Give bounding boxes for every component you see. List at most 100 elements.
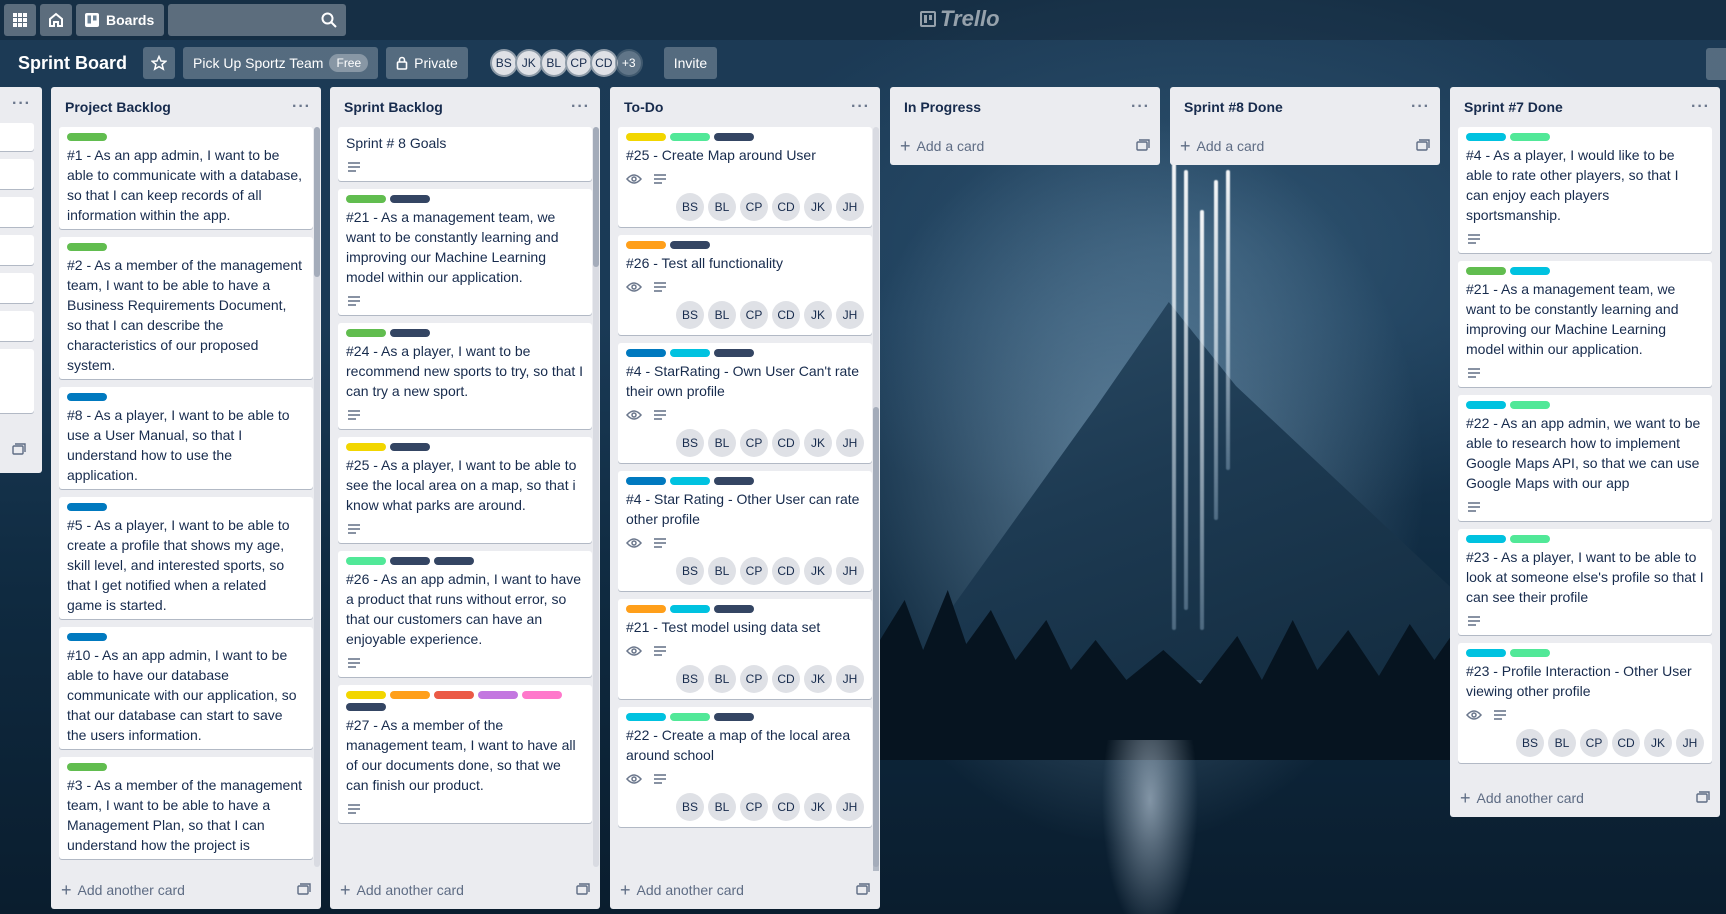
label-sky[interactable] — [1466, 649, 1506, 657]
card[interactable]: #27 - As a member of the management team… — [338, 685, 592, 823]
visibility-button[interactable]: Private — [386, 47, 468, 79]
list-menu-icon[interactable]: ··· — [851, 98, 870, 116]
card[interactable]: #4 - As a player, I would like to be abl… — [1458, 127, 1712, 253]
member-avatar[interactable]: JK — [804, 665, 832, 693]
card[interactable]: #23 - Profile Interaction - Other User v… — [1458, 643, 1712, 763]
add-card-button[interactable]: + Add another card — [340, 881, 464, 899]
add-card-button[interactable]: + Add another card — [620, 881, 744, 899]
card-stub[interactable] — [0, 273, 34, 303]
scrollbar-thumb[interactable] — [873, 407, 879, 871]
member-avatar[interactable]: JH — [836, 793, 864, 821]
list-title[interactable]: Sprint Backlog — [344, 99, 443, 115]
member-avatar[interactable]: CD — [772, 429, 800, 457]
member-avatar[interactable]: CD — [772, 665, 800, 693]
home-button[interactable] — [40, 4, 72, 36]
label-lime[interactable] — [670, 713, 710, 721]
label-orange[interactable] — [626, 241, 666, 249]
label-purple[interactable] — [478, 691, 518, 699]
label-sky[interactable] — [670, 605, 710, 613]
list-menu-icon[interactable]: ··· — [1691, 98, 1710, 116]
member-avatar[interactable]: CP — [740, 301, 768, 329]
star-board-button[interactable] — [143, 47, 176, 79]
label-blue[interactable] — [67, 503, 107, 511]
member-avatar[interactable]: JH — [836, 429, 864, 457]
list-scrollbar[interactable] — [873, 127, 879, 871]
member-avatar[interactable]: BS — [676, 429, 704, 457]
card-template-icon[interactable] — [856, 882, 870, 898]
label-orange[interactable] — [390, 691, 430, 699]
member-avatar[interactable]: JK — [804, 793, 832, 821]
member-avatar[interactable]: CD — [589, 49, 618, 77]
member-avatar[interactable]: BS — [489, 49, 518, 77]
label-green[interactable] — [67, 243, 107, 251]
board-title[interactable]: Sprint Board — [10, 53, 135, 74]
add-card-button[interactable]: + Add a card — [1180, 137, 1264, 155]
trello-logo[interactable]: Trello — [920, 6, 1000, 32]
member-avatar[interactable]: CP — [740, 665, 768, 693]
card-stub[interactable] — [0, 159, 34, 189]
label-green[interactable] — [1466, 267, 1506, 275]
boards-button[interactable]: Boards — [76, 4, 165, 36]
member-avatar[interactable]: JH — [836, 193, 864, 221]
label-navy[interactable] — [714, 349, 754, 357]
card[interactable]: #22 - Create a map of the local area aro… — [618, 707, 872, 827]
add-card-button[interactable]: + Add another card — [61, 881, 185, 899]
member-avatar[interactable]: CP — [740, 793, 768, 821]
scrollbar-thumb[interactable] — [593, 127, 599, 267]
card[interactable]: #26 - Test all functionality BS BL CP CD JK JH — [618, 235, 872, 335]
card[interactable]: #3 - As a member of the management team,… — [59, 757, 313, 859]
label-sky[interactable] — [670, 477, 710, 485]
card[interactable]: #21 - As a management team, we want to b… — [1458, 261, 1712, 387]
member-avatar[interactable]: CD — [772, 301, 800, 329]
label-blue[interactable] — [67, 393, 107, 401]
card-template-icon[interactable] — [297, 882, 311, 898]
member-avatar[interactable]: JH — [836, 665, 864, 693]
list-title[interactable]: To-Do — [624, 99, 663, 115]
card-template-icon[interactable] — [1416, 138, 1430, 154]
label-navy[interactable] — [714, 477, 754, 485]
show-menu-button[interactable] — [1706, 48, 1726, 80]
card[interactable]: #22 - As an app admin, we want to be abl… — [1458, 395, 1712, 521]
label-navy[interactable] — [714, 713, 754, 721]
list-title[interactable]: Project Backlog — [65, 99, 171, 115]
card[interactable]: #4 - Star Rating - Other User can rate o… — [618, 471, 872, 591]
member-avatar[interactable]: JH — [836, 301, 864, 329]
member-avatar[interactable]: BL — [708, 193, 736, 221]
label-navy[interactable] — [390, 329, 430, 337]
member-avatar[interactable]: JH — [836, 557, 864, 585]
card-template-icon[interactable] — [1136, 138, 1150, 154]
member-avatar[interactable]: CP — [740, 193, 768, 221]
card-template-icon[interactable] — [1696, 790, 1710, 806]
label-green[interactable] — [67, 763, 107, 771]
label-sky[interactable] — [670, 349, 710, 357]
card-template-icon[interactable] — [576, 882, 590, 898]
member-avatar[interactable]: BS — [676, 301, 704, 329]
label-green[interactable] — [67, 133, 107, 141]
card[interactable]: #21 - Test model using data set BS BL CP CD J… — [618, 599, 872, 699]
label-navy[interactable] — [714, 133, 754, 141]
member-avatar[interactable]: CP — [1580, 729, 1608, 757]
label-sky[interactable] — [626, 713, 666, 721]
card-template-icon[interactable] — [12, 443, 26, 455]
card[interactable]: #26 - As an app admin, I want to have a … — [338, 551, 592, 677]
member-avatar[interactable]: CD — [772, 557, 800, 585]
label-navy[interactable] — [434, 557, 474, 565]
label-navy[interactable] — [390, 557, 430, 565]
list-scrollbar[interactable] — [593, 127, 599, 867]
member-avatar[interactable]: BL — [708, 301, 736, 329]
card-stub[interactable] — [0, 197, 34, 227]
member-avatar[interactable]: JK — [1644, 729, 1672, 757]
card[interactable]: #8 - As a player, I want to be able to u… — [59, 387, 313, 489]
member-avatar[interactable]: BS — [676, 665, 704, 693]
member-avatar[interactable]: BS — [1516, 729, 1544, 757]
card[interactable]: #25 - As a player, I want to be able to … — [338, 437, 592, 543]
card-stub[interactable] — [0, 349, 34, 413]
label-sky[interactable] — [1466, 401, 1506, 409]
label-blue[interactable] — [67, 633, 107, 641]
label-navy[interactable] — [390, 443, 430, 451]
member-avatar[interactable]: JK — [804, 429, 832, 457]
card-stub[interactable] — [0, 311, 34, 341]
list-title[interactable]: Sprint #8 Done — [1184, 99, 1283, 115]
member-avatar[interactable]: JH — [1676, 729, 1704, 757]
list-menu-icon[interactable]: ··· — [1131, 98, 1150, 116]
